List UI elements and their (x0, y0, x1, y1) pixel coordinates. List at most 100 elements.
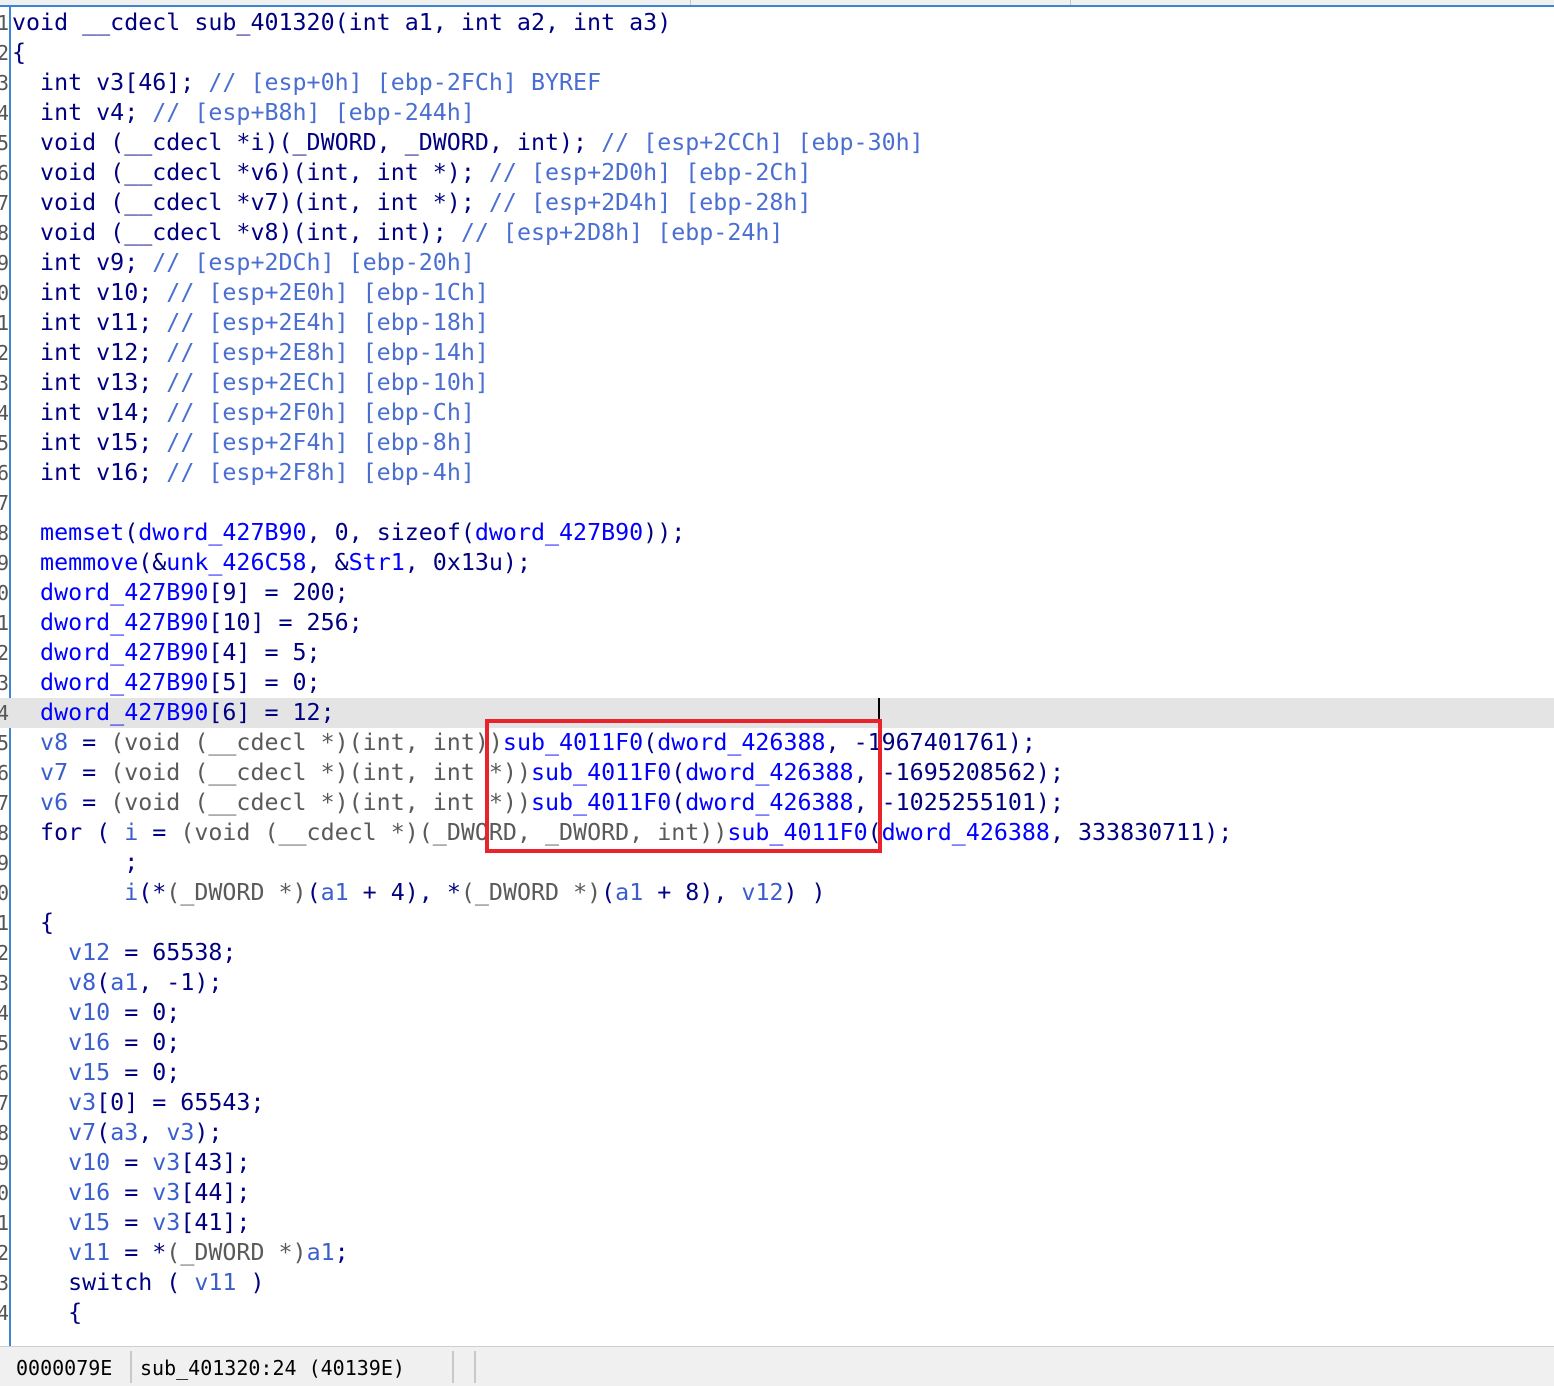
code-text: v12 = 65538; (12, 938, 236, 968)
code-token: i (12, 879, 139, 906)
code-token: [43]; (180, 1149, 251, 1176)
code-line[interactable]: 6 v15 = 0; (0, 1058, 1554, 1088)
code-text: dword_427B90[5] = 0; (12, 668, 321, 698)
line-number: 9 (0, 551, 9, 575)
code-line[interactable]: 5 v16 = 0; (0, 1028, 1554, 1058)
code-line[interactable]: 1 dword_427B90[10] = 256; (0, 608, 1554, 638)
code-line[interactable]: 8 memset(dword_427B90, 0, sizeof(dword_4… (0, 518, 1554, 548)
code-token: void __cdecl sub_401320(int a1, int a2, … (12, 9, 672, 36)
text-cursor (878, 698, 880, 720)
code-line[interactable]: 2 v11 = *(_DWORD *)a1; (0, 1238, 1554, 1268)
code-token: = 0; (110, 999, 181, 1026)
line-number: 0 (0, 281, 9, 305)
code-token: a1 (615, 879, 644, 906)
line-number: 0 (0, 581, 9, 605)
code-token: a1 (306, 1239, 335, 1266)
code-text: { (12, 38, 26, 68)
code-line[interactable]: 8 void (__cdecl *v8)(int, int); // [esp+… (0, 218, 1554, 248)
code-text: dword_427B90[10] = 256; (12, 608, 363, 638)
code-line[interactable]: 6 void (__cdecl *v6)(int, int *); // [es… (0, 158, 1554, 188)
pseudocode-view[interactable]: 1 void __cdecl sub_401320(int a1, int a2,… (0, 8, 1554, 1346)
code-line[interactable]: 2 v12 = 65538; (0, 938, 1554, 968)
code-token: + 8), (643, 879, 742, 906)
code-line[interactable]: 2 int v12; // [esp+2E8h] [ebp-14h] (0, 338, 1554, 368)
code-token: // [esp+B8h] [ebp-244h] (152, 99, 475, 126)
code-line[interactable]: 2 dword_427B90[4] = 5; (0, 638, 1554, 668)
code-line[interactable]: 9 memmove(&unk_426C58, &Str1, 0x13u); (0, 548, 1554, 578)
code-line[interactable]: 9 int v9; // [esp+2DCh] [ebp-20h] (0, 248, 1554, 278)
code-line[interactable]: 3 v8(a1, -1); (0, 968, 1554, 998)
code-line[interactable]: 0 dword_427B90[9] = 200; (0, 578, 1554, 608)
code-token: a3 (110, 1119, 139, 1146)
code-line[interactable]: 4 v10 = 0; (0, 998, 1554, 1028)
code-line[interactable]: 3 int v3[46]; // [esp+0h] [ebp-2FCh] BYR… (0, 68, 1554, 98)
code-token: // [esp+2DCh] [ebp-20h] (152, 249, 475, 276)
code-token: // [esp+2E0h] [ebp-1Ch] (166, 279, 489, 306)
code-text: v11 = *(_DWORD *)a1; (12, 1238, 349, 1268)
code-line[interactable]: 1 int v11; // [esp+2E4h] [ebp-18h] (0, 308, 1554, 338)
code-line[interactable]: 2{ (0, 38, 1554, 68)
code-token: dword_426388 (881, 819, 1050, 846)
code-line[interactable]: 3 dword_427B90[5] = 0; (0, 668, 1554, 698)
code-token: a1 (320, 879, 349, 906)
code-line[interactable]: 7 void (__cdecl *v7)(int, int *); // [es… (0, 188, 1554, 218)
code-text: ; (12, 848, 138, 878)
code-line[interactable]: 1 v15 = v3[41]; (0, 1208, 1554, 1238)
code-text: i(*(_DWORD *)(a1 + 4), *(_DWORD *)(a1 + … (12, 878, 825, 908)
code-line[interactable]: 1 void __cdecl sub_401320(int a1, int a2,… (0, 8, 1554, 38)
code-line[interactable]: 4 { (0, 1298, 1554, 1328)
code-token: ( (96, 1119, 111, 1146)
code-line[interactable]: 9 v10 = v3[43]; (0, 1148, 1554, 1178)
code-token: v15 (12, 1209, 111, 1236)
code-line[interactable]: 5 int v15; // [esp+2F4h] [ebp-8h] (0, 428, 1554, 458)
code-text: int v16; // [esp+2F8h] [ebp-4h] (12, 458, 475, 488)
code-text: v10 = 0; (12, 998, 180, 1028)
code-token: int v9; (12, 249, 153, 276)
code-token: + 4), * (348, 879, 461, 906)
code-token: (void (__cdecl *)(int, int)) (110, 729, 503, 756)
code-line[interactable]: 0 i(*(_DWORD *)(a1 + 4), *(_DWORD *)(a1 … (0, 878, 1554, 908)
code-token: // [esp+2CCh] [ebp-30h] (601, 129, 924, 156)
code-token: Str1 (348, 549, 405, 576)
code-token: v3 (152, 1149, 181, 1176)
code-line[interactable]: 8 v7(a3, v3); (0, 1118, 1554, 1148)
code-text: { (12, 908, 54, 938)
code-token: (_DWORD *) (166, 879, 307, 906)
code-line[interactable]: 0 int v10; // [esp+2E0h] [ebp-1Ch] (0, 278, 1554, 308)
code-token: // [esp+0h] [ebp-2FCh] BYREF (208, 69, 602, 96)
code-token: ( (96, 819, 125, 846)
code-token: (* (138, 879, 167, 906)
code-line[interactable]: 4 int v14; // [esp+2F0h] [ebp-Ch] (0, 398, 1554, 428)
code-token: v10 (12, 1149, 111, 1176)
line-number: 1 (0, 611, 9, 635)
code-line[interactable]: 3 int v13; // [esp+2ECh] [ebp-10h] (0, 368, 1554, 398)
code-token: [10] = 256; (208, 609, 363, 636)
code-token: void (__cdecl *i)(_DWORD, _DWORD, int); (12, 129, 602, 156)
code-line[interactable]: 7 v3[0] = 65543; (0, 1088, 1554, 1118)
code-token: = (138, 819, 181, 846)
code-line[interactable]: 7 (0, 488, 1554, 518)
code-line[interactable]: 5 void (__cdecl *i)(_DWORD, _DWORD, int)… (0, 128, 1554, 158)
code-line[interactable]: 4 int v4; // [esp+B8h] [ebp-244h] (0, 98, 1554, 128)
code-token: (_DWORD *) (166, 1239, 307, 1266)
code-text: v7(a3, v3); (12, 1118, 222, 1148)
code-token: { (12, 39, 27, 66)
line-number: 1 (0, 1211, 9, 1235)
status-divider (452, 1351, 454, 1383)
status-location: sub_401320:24 (40139E) (140, 1356, 405, 1380)
code-line[interactable]: 6 int v16; // [esp+2F8h] [ebp-4h] (0, 458, 1554, 488)
code-line[interactable]: 0 v16 = v3[44]; (0, 1178, 1554, 1208)
code-token: v16 (12, 1029, 111, 1056)
line-number: 9 (0, 851, 9, 875)
code-token: // [esp+2D4h] [ebp-28h] (488, 189, 812, 216)
code-token: ( (306, 879, 321, 906)
code-line[interactable]: 3 switch ( v11 ) (0, 1268, 1554, 1298)
code-token: void (__cdecl *v6)(int, int *); (12, 159, 489, 186)
code-token: v12 (741, 879, 784, 906)
line-number: 5 (0, 731, 9, 755)
code-token: i (124, 819, 139, 846)
line-number: 6 (0, 161, 9, 185)
code-line[interactable]: 1 { (0, 908, 1554, 938)
code-text: v15 = v3[41]; (12, 1208, 250, 1238)
code-token: v7 (12, 1119, 97, 1146)
